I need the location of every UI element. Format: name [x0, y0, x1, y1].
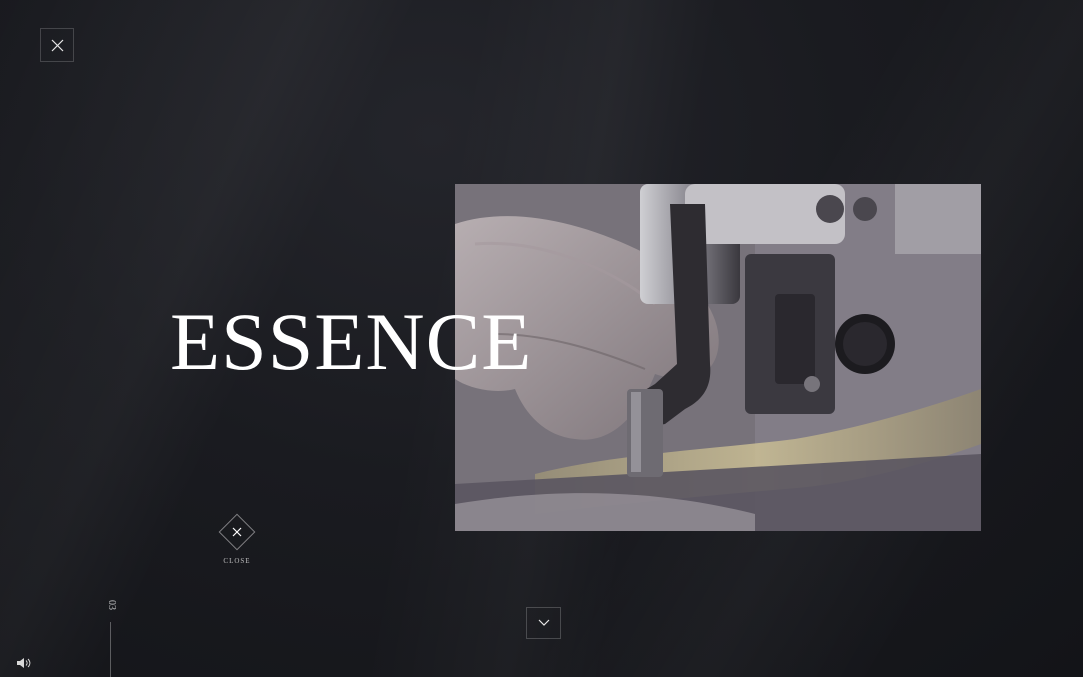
close-icon — [232, 527, 242, 537]
counter-line — [110, 622, 111, 677]
next-section-button[interactable] — [526, 607, 561, 639]
chevron-down-icon — [538, 619, 550, 626]
page: ESSENCE CLOSE 03 — [0, 0, 1083, 677]
speaker-icon — [17, 658, 31, 668]
sewing-machine-video — [455, 184, 981, 531]
page-title: ESSENCE — [170, 296, 533, 387]
sound-toggle[interactable] — [16, 656, 32, 668]
close-button[interactable] — [218, 513, 256, 551]
top-close-button[interactable] — [40, 28, 74, 62]
close-icon — [51, 39, 64, 52]
slide-counter: 03 — [106, 600, 117, 610]
close-label: CLOSE — [223, 557, 251, 565]
